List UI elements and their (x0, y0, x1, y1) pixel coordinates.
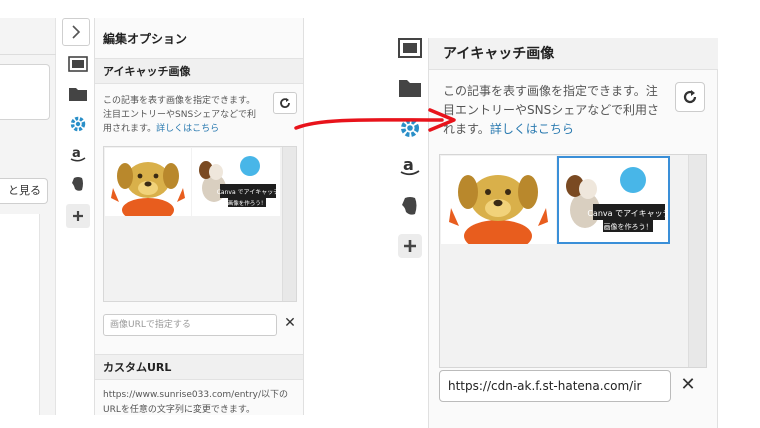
edit-options-panel: 編集オプション アイキャッチ画像 この記事を表す画像を指定できます。注目エントリ… (94, 18, 304, 415)
right-screenshot: a アイキャッチ画像 この記事を表す画像を指定できます。注目エントリーやSNSシ… (392, 24, 718, 428)
view-button[interactable]: と見る (0, 178, 48, 204)
details-link[interactable]: 詳しくはこちら (490, 122, 574, 136)
folder-icon[interactable] (66, 82, 90, 106)
eyecatch-heading: アイキャッチ画像 (95, 58, 303, 84)
eyecatch-heading: アイキャッチ画像 (429, 38, 718, 70)
refresh-button[interactable] (675, 82, 705, 112)
gear-icon[interactable] (66, 112, 90, 136)
evernote-icon[interactable] (398, 194, 422, 218)
image-icon[interactable] (398, 36, 422, 60)
divider (0, 54, 56, 55)
image-grid: Canva でアイキャッチ 画像を作ろう！ (439, 154, 707, 368)
title-input[interactable] (0, 64, 50, 120)
grid-scrollbar[interactable] (688, 155, 706, 367)
left-sidebar-icons: a (62, 18, 94, 415)
amazon-icon[interactable]: a (398, 154, 422, 178)
thumbnail-dog-cartoon[interactable] (105, 148, 191, 216)
image-grid: Canva でアイキャッチ 画像を作ろう！ (103, 146, 297, 302)
close-icon[interactable]: ✕ (679, 376, 697, 394)
chevron-right-icon[interactable] (62, 18, 90, 46)
editor-area: と見る (0, 18, 56, 415)
plus-icon[interactable] (66, 204, 90, 228)
details-link[interactable]: 詳しくはこちら (156, 124, 219, 134)
svg-text:画像を作ろう！: 画像を作ろう！ (228, 199, 267, 207)
custom-url-heading: カスタムURL (95, 354, 303, 380)
right-sidebar-icons: a (392, 24, 428, 428)
image-url-input[interactable]: 画像URLで指定する (103, 314, 277, 336)
editor-column (0, 214, 40, 415)
arrow-shaft (294, 118, 444, 130)
thumbnail-canva-dog-selected[interactable]: Canva でアイキャッチ 画像を作ろう！ (557, 156, 670, 244)
image-url-input[interactable]: https://cdn-ak.f.st-hatena.com/ir (439, 370, 671, 402)
svg-text:Canva でアイキャッチ: Canva でアイキャッチ (217, 189, 280, 196)
panel-title: 編集オプション (103, 32, 188, 46)
svg-text:a: a (403, 155, 414, 174)
red-arrow-annotation (294, 108, 456, 132)
grid-scrollbar[interactable] (282, 147, 296, 301)
plus-icon[interactable] (398, 234, 422, 258)
thumbnail-canva-dog[interactable]: Canva でアイキャッチ 画像を作ろう！ (192, 148, 280, 216)
svg-text:Canva でアイキャッチ: Canva でアイキャッチ (587, 209, 668, 218)
eyecatch-description: この記事を表す画像を指定できます。注目エントリーやSNSシェアなどで利用されます… (443, 82, 663, 139)
custom-url-description: https://www.sunrise033.com/entry/以下のURLを… (103, 390, 289, 415)
left-screenshot: と見る a 編集オプション アイキャッチ画像 この記事を表す画像を指定できます。… (0, 0, 320, 428)
eyecatch-description: この記事を表す画像を指定できます。注目エントリーやSNSシェアなどで利用されます… (103, 94, 263, 136)
svg-text:画像を作ろう！: 画像を作ろう！ (604, 222, 653, 231)
amazon-icon[interactable]: a (66, 142, 90, 166)
image-icon[interactable] (66, 52, 90, 76)
close-icon[interactable]: ✕ (283, 316, 297, 330)
eyecatch-panel: アイキャッチ画像 この記事を表す画像を指定できます。注目エントリーやSNSシェア… (428, 38, 718, 428)
thumbnail-dog-cartoon[interactable] (441, 156, 556, 244)
folder-icon[interactable] (398, 76, 422, 100)
evernote-icon[interactable] (66, 172, 90, 196)
svg-text:a: a (72, 146, 81, 161)
